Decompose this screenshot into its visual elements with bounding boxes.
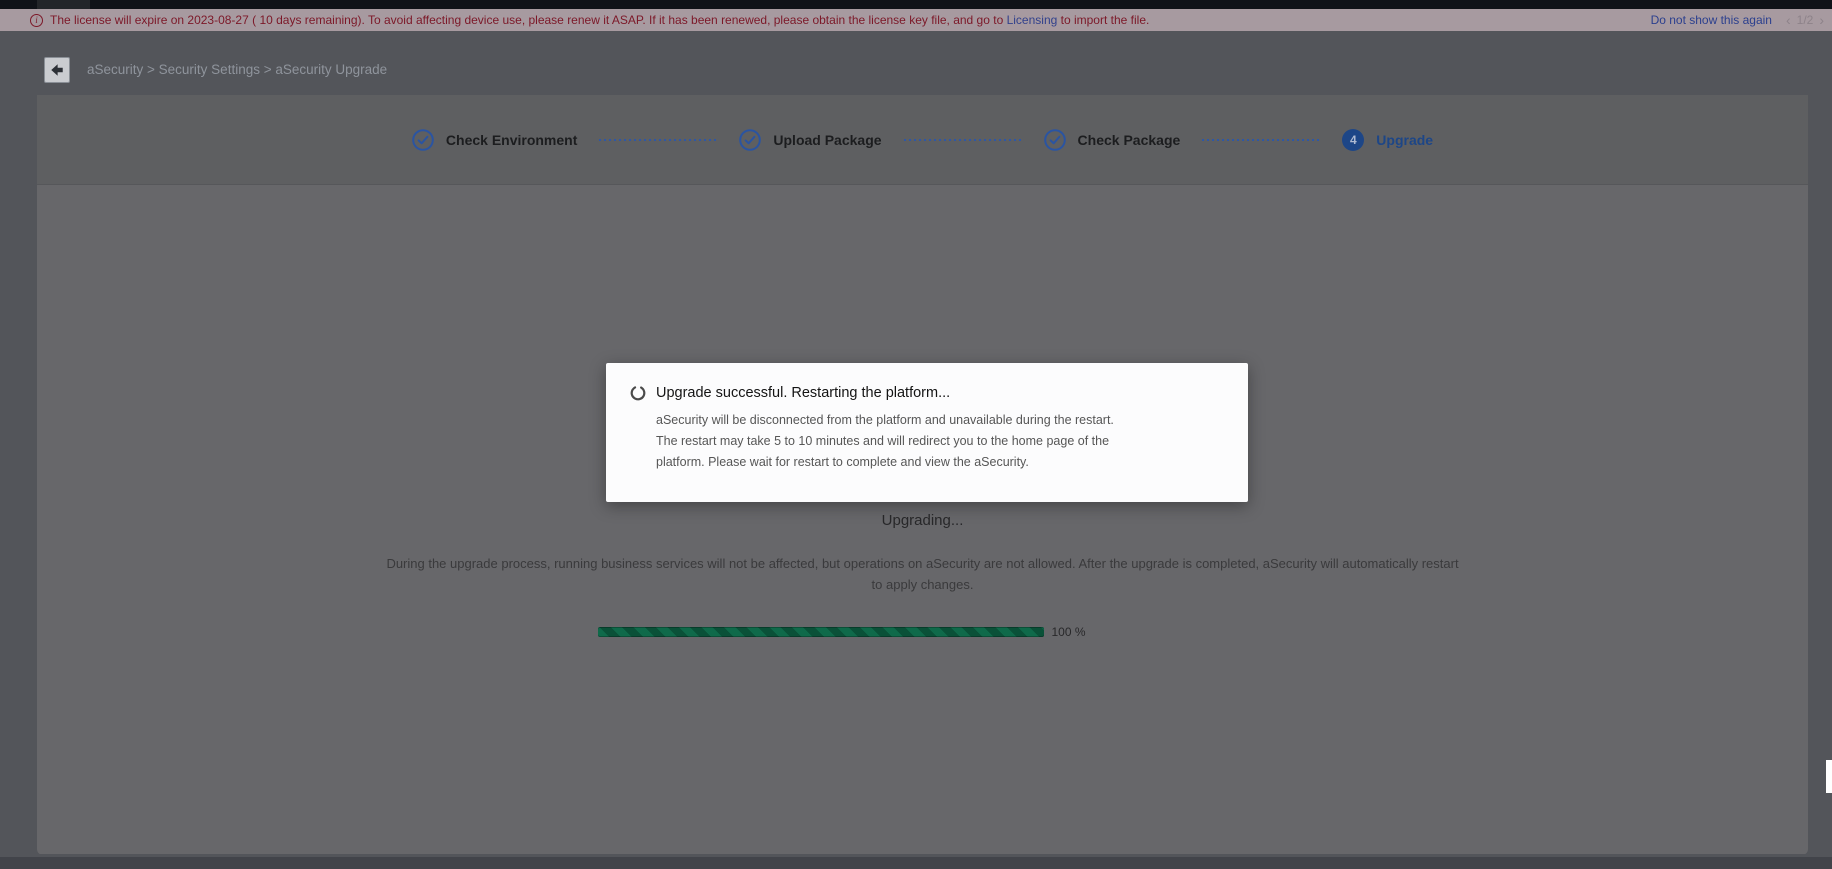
check-circle-icon <box>739 128 762 151</box>
check-circle-icon <box>1043 128 1066 151</box>
licensing-link[interactable]: Licensing <box>1007 13 1058 27</box>
top-bar <box>0 0 1832 9</box>
check-circle-icon <box>412 128 434 151</box>
step-label: Check Environment <box>445 131 578 148</box>
pager-count: 1/2 <box>1796 13 1814 27</box>
banner-pager: ‹ 1/2 › <box>1786 13 1824 27</box>
modal-body-line: platform. Please wait for restart to com… <box>656 455 1029 469</box>
license-warning-banner: i The license will expire on 2023-08-27 … <box>0 9 1832 31</box>
step-label: Upload Package <box>773 131 882 148</box>
scrollbar-thumb[interactable] <box>1826 760 1832 793</box>
restart-notice-modal: Upgrade successful. Restarting the platf… <box>606 363 1248 502</box>
step-upload-package: Upload Package <box>739 128 882 151</box>
back-button[interactable] <box>44 57 70 83</box>
upgrade-content-area: Upgrading... During the upgrade process,… <box>37 185 1808 854</box>
license-warning-pre: The license will expire on 2023-08-27 ( … <box>50 13 1007 27</box>
banner-actions: Do not show this again ‹ 1/2 › <box>1651 13 1824 27</box>
progress-bar <box>597 627 1044 637</box>
modal-title-row: Upgrade successful. Restarting the platf… <box>630 385 1224 401</box>
back-arrow-icon <box>49 63 65 77</box>
step-label: Check Package <box>1077 131 1181 148</box>
info-icon: i <box>30 13 43 27</box>
modal-body-line: aSecurity will be disconnected from the … <box>656 413 1114 427</box>
step-connector <box>1202 138 1321 141</box>
license-warning-post: to import the file. <box>1057 13 1150 27</box>
progress-percent-label: 100 % <box>1051 625 1086 639</box>
step-upgrade-active: 4 Upgrade <box>1342 128 1434 151</box>
step-check-package: Check Package <box>1043 128 1181 151</box>
bottom-band <box>0 857 1832 869</box>
breadcrumb: aSecurity > Security Settings > aSecurit… <box>87 62 388 77</box>
progress-row: 100 % <box>597 625 1248 639</box>
step-label: Upgrade <box>1376 131 1434 148</box>
modal-body-line: The restart may take 5 to 10 minutes and… <box>656 434 1110 448</box>
banner-message-group: i The license will expire on 2023-08-27 … <box>30 13 1651 27</box>
loading-spinner-icon <box>630 385 646 401</box>
step-connector <box>599 138 718 141</box>
modal-title: Upgrade successful. Restarting the platf… <box>656 385 951 401</box>
modal-body: aSecurity will be disconnected from the … <box>656 410 1224 473</box>
top-bar-segment <box>37 0 90 9</box>
step-check-environment: Check Environment <box>412 128 578 151</box>
step-connector <box>903 138 1022 141</box>
license-warning-text: The license will expire on 2023-08-27 ( … <box>50 13 1149 27</box>
step-number-badge: 4 <box>1342 128 1365 151</box>
pager-next-icon[interactable]: › <box>1819 13 1824 27</box>
pager-prev-icon[interactable]: ‹ <box>1786 13 1791 27</box>
wizard-stepper: Check Environment Upload Package Check P… <box>37 95 1808 185</box>
upgrade-description: During the upgrade process, running busi… <box>386 556 1459 592</box>
dismiss-banner-link[interactable]: Do not show this again <box>1651 13 1772 27</box>
